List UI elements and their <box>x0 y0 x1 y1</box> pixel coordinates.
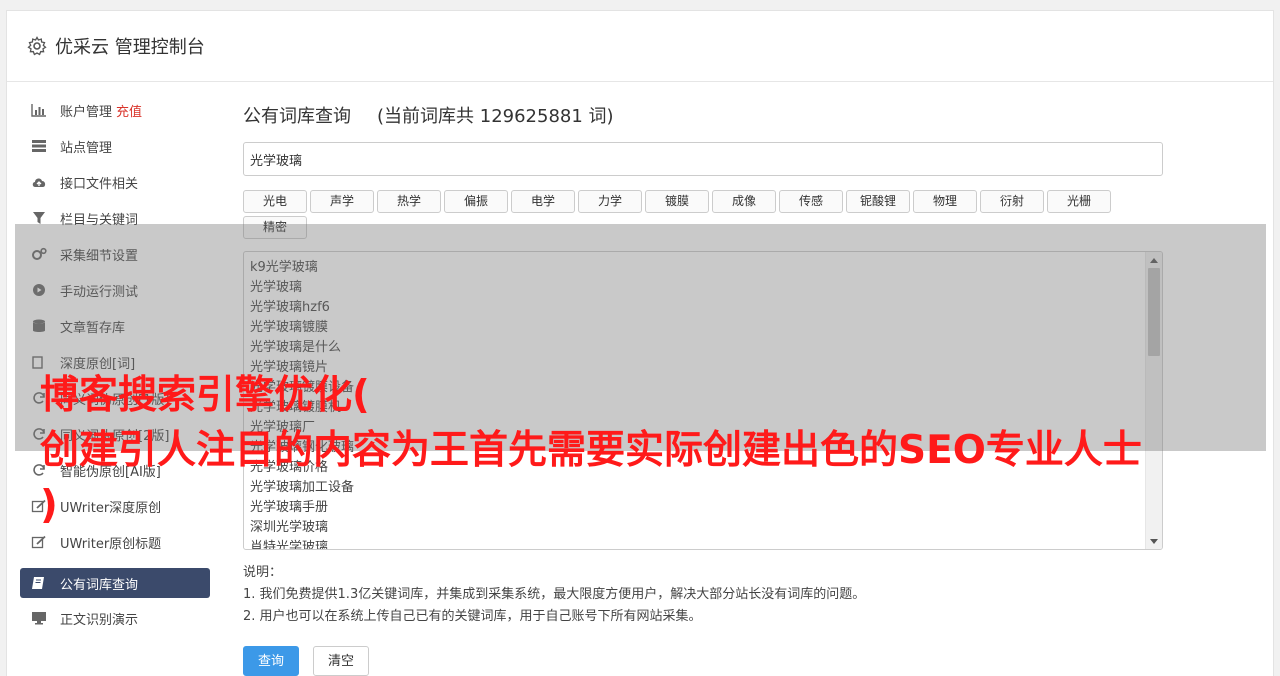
tag-button[interactable]: 衍射 <box>980 190 1044 213</box>
notes-line: 1. 我们免费提供1.3亿关键词库，并集成到采集系统，最大限度方便用户，解决大部… <box>243 587 866 602</box>
tag-button[interactable]: 镀膜 <box>645 190 709 213</box>
sidebar-item-sites[interactable]: 站点管理 <box>20 128 210 164</box>
gear-icon <box>27 36 47 56</box>
tag-button[interactable]: 光栅 <box>1047 190 1111 213</box>
tag-button[interactable]: 力学 <box>578 190 642 213</box>
header: 优采云 管理控制台 <box>7 11 1273 82</box>
edit-icon <box>30 535 48 549</box>
notes: 说明： 1. 我们免费提供1.3亿关键词库，并集成到采集系统，最大限度方便用户，… <box>243 562 1163 628</box>
notes-line: 2. 用户也可以在系统上传自己已有的关键词库，用于自己账号下所有网站采集。 <box>243 609 702 624</box>
sidebar-item-interface-files[interactable]: 接口文件相关 <box>20 164 210 200</box>
tag-button[interactable]: 物理 <box>913 190 977 213</box>
clear-button[interactable]: 清空 <box>313 646 370 676</box>
tag-button[interactable]: 铌酸锂 <box>846 190 910 213</box>
sidebar-item-label: 公有词库查询 <box>60 577 139 593</box>
recharge-link[interactable]: 充值 <box>116 101 142 120</box>
filter-icon <box>30 211 48 225</box>
sidebar-item-label: 账户管理 <box>60 104 113 120</box>
watermark-line: 博客搜索引擎优化( <box>40 373 370 418</box>
scroll-down-icon[interactable] <box>1150 539 1158 544</box>
tag-button[interactable]: 热学 <box>377 190 441 213</box>
tag-button[interactable]: 声学 <box>310 190 374 213</box>
sidebar-item-text-recognition[interactable]: 正文识别演示 <box>20 600 210 636</box>
action-buttons: 查询 清空 <box>243 646 1163 676</box>
watermark-line: ) <box>40 483 58 528</box>
sidebar-item-label: UWriter原创标题 <box>60 536 162 552</box>
monitor-icon <box>30 611 48 625</box>
sidebar-item-label: 接口文件相关 <box>60 176 139 192</box>
bar-chart-icon <box>30 103 48 117</box>
page-title: 公有词库查询 (当前词库共 129625881 词) <box>243 100 1163 130</box>
book-icon <box>30 576 48 590</box>
sidebar-item-account[interactable]: 账户管理 充值 <box>20 92 210 128</box>
sidebar-item-label: 正文识别演示 <box>60 612 139 628</box>
list-item: 肖特光学玻璃 <box>250 540 329 550</box>
tag-button[interactable]: 光电 <box>243 190 307 213</box>
watermark-text: 博客搜索引擎优化( 创建引人注目的内容为王首先需要实际创建出色的SEO专业人士 … <box>40 368 1260 533</box>
lexicon-count: (当前词库共 129625881 词) <box>377 106 614 127</box>
tag-button[interactable]: 成像 <box>712 190 776 213</box>
server-icon <box>30 139 48 153</box>
cloud-upload-icon <box>30 175 48 189</box>
sidebar-item-public-lexicon[interactable]: 公有词库查询 <box>20 568 210 598</box>
app-title: 优采云 管理控制台 <box>55 37 205 58</box>
keyword-search-input[interactable] <box>243 142 1163 176</box>
sidebar-item-label: 站点管理 <box>60 140 113 156</box>
watermark-line: 创建引人注目的内容为王首先需要实际创建出色的SEO专业人士 <box>40 428 1142 473</box>
notes-heading: 说明： <box>243 565 283 580</box>
tag-button[interactable]: 偏振 <box>444 190 508 213</box>
tag-button[interactable]: 传感 <box>779 190 843 213</box>
tag-button[interactable]: 电学 <box>511 190 575 213</box>
page-title-text: 公有词库查询 <box>243 106 351 127</box>
query-button[interactable]: 查询 <box>243 646 300 676</box>
